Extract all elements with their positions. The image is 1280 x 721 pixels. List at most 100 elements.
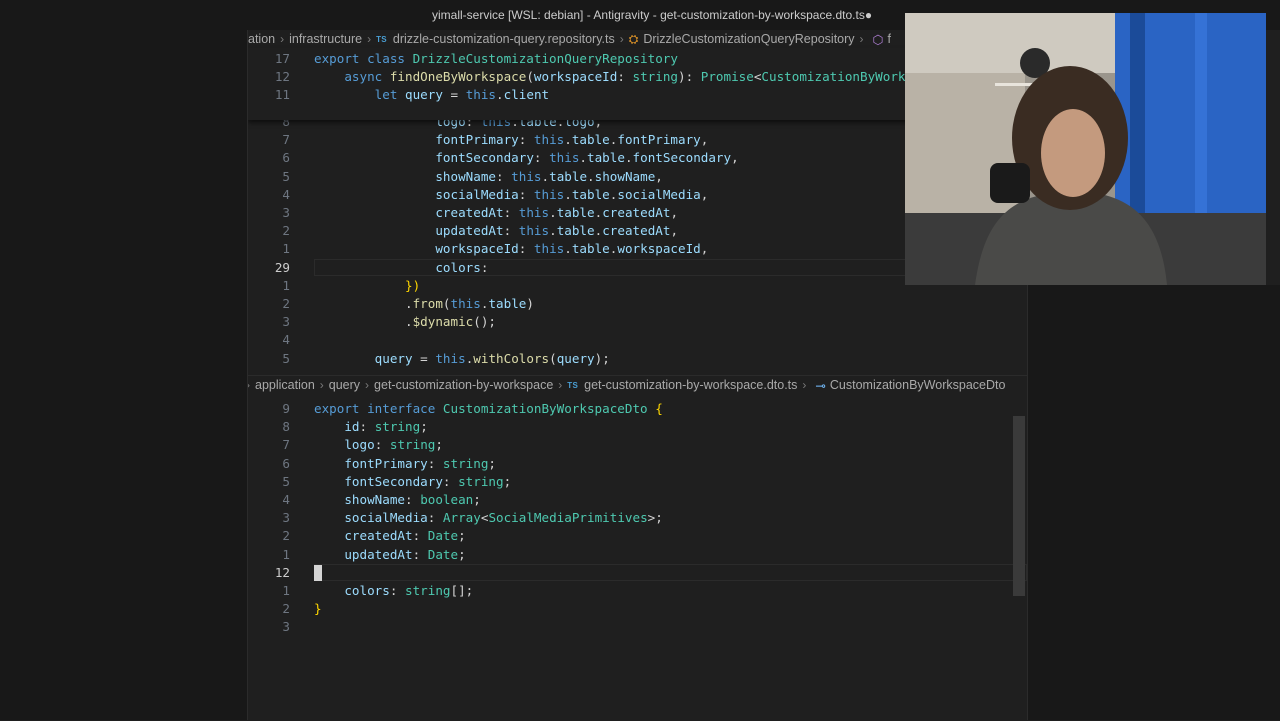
code-text[interactable]: .from(this.table) (314, 295, 534, 313)
code-text[interactable]: fontSecondary: this.table.fontSecondary, (314, 149, 739, 167)
code-token: : (496, 168, 512, 184)
code-token: async (344, 69, 390, 85)
breadcrumb-item[interactable]: ation (248, 32, 275, 46)
line-number: 2 (282, 223, 290, 239)
code-line[interactable]: 1 colors: string[]; (248, 582, 1027, 600)
breadcrumb-text[interactable]: get-customization-by-workspace (374, 378, 553, 392)
breadcrumb-text[interactable]: application (255, 378, 315, 392)
breadcrumb-item[interactable]: TS drizzle-customization-query.repository… (376, 32, 615, 46)
line-number: 5 (282, 473, 290, 489)
code-text[interactable]: let query = this.client (314, 86, 549, 104)
code-text[interactable]: updatedAt: this.table.createdAt, (314, 222, 678, 240)
line-number: 2 (282, 528, 290, 544)
code-line[interactable]: 9 export interface CustomizationByWorkspa… (248, 400, 1027, 418)
breadcrumb-text[interactable]: CustomizationByWorkspaceDto (830, 378, 1006, 392)
code-text[interactable]: fontPrimary: string; (314, 455, 496, 473)
code-token: interface (367, 401, 443, 416)
breadcrumb-item[interactable]: › application (248, 378, 315, 392)
code-text[interactable]: query = this.withColors(query); (314, 350, 610, 368)
code-text[interactable]: showName: boolean; (314, 491, 481, 509)
code-text[interactable]: id: string; (314, 418, 427, 436)
breadcrumb-item[interactable]: TS get-customization-by-workspace.dto.ts (567, 378, 797, 392)
code-line[interactable]: 3 socialMedia: Array<SocialMediaPrimitiv… (248, 509, 1027, 527)
code-line[interactable]: 12 (248, 563, 1027, 582)
code-text[interactable]: showName: this.table.showName, (314, 168, 663, 186)
chevron-right-icon: › (802, 378, 807, 392)
code-line[interactable]: 6 fontPrimary: string; (248, 455, 1027, 473)
code-token: : (518, 132, 534, 148)
code-text[interactable]: }) (314, 277, 420, 295)
breadcrumb-item[interactable]: ⊸ CustomizationByWorkspaceDto (811, 378, 1005, 393)
code-line[interactable]: 5 fontSecondary: string; (248, 473, 1027, 491)
code-text[interactable]: } (314, 600, 322, 618)
bottom-editor[interactable]: › application › query › get-customization… (248, 375, 1027, 721)
breadcrumb-text[interactable]: get-customization-by-workspace.dto.ts (584, 378, 797, 392)
breadcrumb-item[interactable]: infrastructure (289, 32, 362, 46)
code-line[interactable]: 3 (248, 618, 1027, 636)
line-number: 3 (282, 205, 290, 220)
code-text[interactable]: .$dynamic(); (314, 313, 496, 331)
code-token: ; (488, 455, 497, 471)
code-token: colors (435, 259, 481, 275)
code-token: Promise (700, 69, 754, 85)
code-line[interactable]: 7 logo: string; (248, 436, 1027, 454)
breadcrumb-item[interactable]: query (329, 378, 360, 392)
code-token: fontSecondary (344, 473, 443, 489)
breadcrumb-text[interactable]: query (329, 378, 360, 392)
code-text[interactable]: createdAt: Date; (314, 527, 465, 545)
code-line[interactable]: 1 updatedAt: Date; (248, 546, 1027, 564)
code-line[interactable]: 2} (248, 600, 1027, 618)
breadcrumb-text[interactable]: f (887, 32, 890, 46)
code-line[interactable]: 5 query = this.withColors(query); (248, 350, 1027, 368)
code-text[interactable]: logo: string; (314, 436, 443, 454)
code-text[interactable]: colors: (314, 259, 488, 277)
code-text[interactable]: createdAt: this.table.createdAt, (314, 204, 678, 222)
code-token: } (314, 601, 322, 617)
breadcrumb-item[interactable]: ⛭ DrizzleCustomizationQueryRepository (629, 32, 855, 47)
breadcrumb-item[interactable]: get-customization-by-workspace (374, 378, 553, 392)
text-cursor (314, 564, 322, 581)
vertical-scrollbar[interactable] (1013, 416, 1025, 596)
interface-symbol-icon: ⊸ (815, 378, 826, 393)
breadcrumb-text[interactable]: ation (248, 32, 275, 46)
line-number: 3 (282, 619, 290, 635)
code-line[interactable]: 3 .$dynamic(); (248, 313, 1027, 331)
code-token: query (556, 350, 595, 366)
code-token: CustomizationByWorkspaceDto (442, 401, 656, 416)
code-line[interactable]: 2 .from(this.table) (248, 295, 1027, 313)
code-text[interactable]: colors: string[]; (314, 582, 473, 600)
code-text[interactable]: export interface CustomizationByWorkspac… (314, 400, 663, 418)
breadcrumb-text[interactable]: infrastructure (289, 32, 362, 46)
line-number: 2 (282, 601, 290, 617)
code-text[interactable]: fontPrimary: this.table.fontPrimary, (314, 131, 708, 149)
right-side-panel (1027, 285, 1280, 720)
code-token: createdAt (602, 205, 671, 220)
code-token: , (731, 150, 739, 166)
code-text[interactable]: fontSecondary: string; (314, 473, 511, 491)
left-side-panel (0, 30, 248, 720)
code-text[interactable]: updatedAt: Date; (314, 546, 465, 564)
code-token: query (374, 350, 413, 366)
breadcrumb-text[interactable]: drizzle-customization-query.repository.t… (393, 32, 615, 46)
code-text[interactable]: socialMedia: this.table.socialMedia, (314, 186, 708, 204)
code-token: ); (594, 350, 610, 366)
code-line[interactable]: 8 id: string; (248, 418, 1027, 436)
code-line[interactable]: 2 createdAt: Date; (248, 527, 1027, 545)
code-token: string (458, 473, 504, 489)
code-token: fontSecondary (435, 150, 534, 166)
line-number: 4 (282, 332, 290, 348)
code-text[interactable]: async findOneByWorkspace(workspaceId: st… (314, 68, 989, 86)
code-text[interactable]: workspaceId: this.table.workspaceId, (314, 240, 708, 258)
breadcrumb-item[interactable]: ⬡ f (869, 32, 891, 47)
line-number: 9 (282, 401, 290, 416)
code-token: , (700, 132, 709, 148)
code-token: client (503, 87, 550, 103)
code-text[interactable]: socialMedia: Array<SocialMediaPrimitives… (314, 509, 663, 527)
code-line[interactable]: 4 (248, 331, 1027, 349)
code-line[interactable]: 4 showName: boolean; (248, 491, 1027, 509)
code-text[interactable]: export class DrizzleCustomizationQueryRe… (314, 50, 678, 68)
breadcrumb-text[interactable]: DrizzleCustomizationQueryRepository (643, 32, 854, 46)
